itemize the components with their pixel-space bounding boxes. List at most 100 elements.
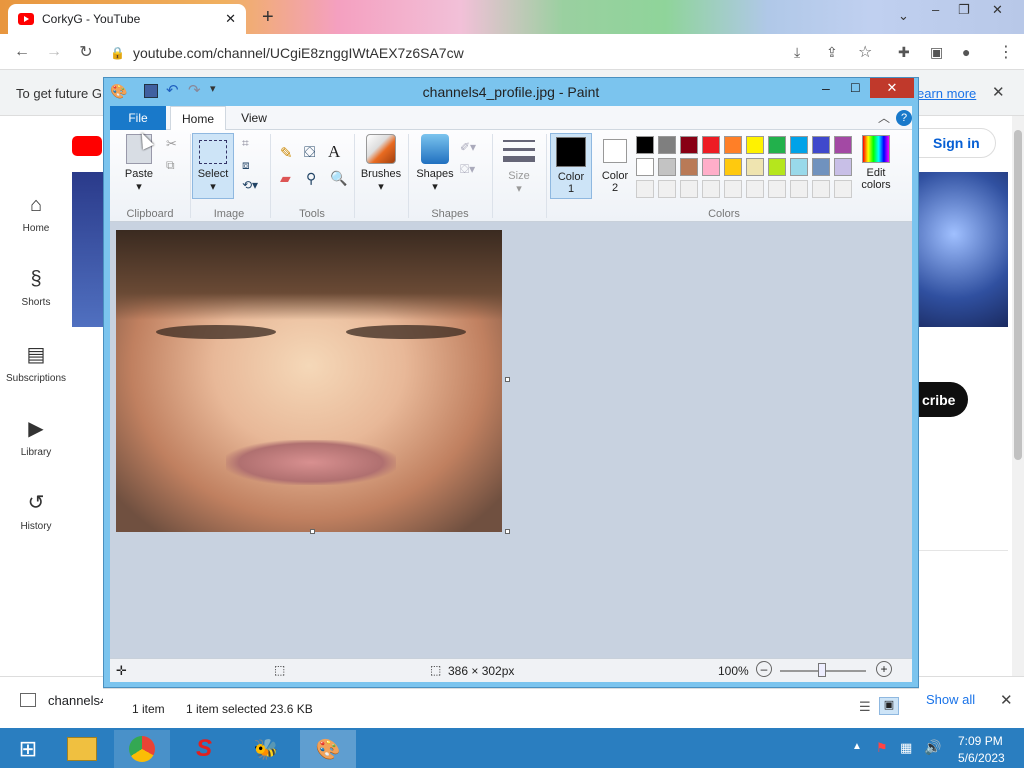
home-tab[interactable]: Home — [170, 106, 226, 130]
palette-swatch[interactable] — [812, 158, 830, 176]
outline-icon[interactable]: ✐▾ — [460, 140, 476, 154]
rotate-icon[interactable]: ⟲▾ — [242, 178, 258, 192]
paint-close-button[interactable]: ✕ — [870, 78, 914, 98]
share-icon[interactable]: ⇪ — [826, 44, 838, 61]
color1-button[interactable]: Color 1 — [550, 133, 592, 199]
brushes-button[interactable]: Brushes ▾ — [358, 134, 404, 193]
minimize-ribbon-icon[interactable]: ︿ — [878, 109, 890, 126]
action-center-icon[interactable]: ⚑ — [876, 740, 888, 756]
zoom-slider-thumb[interactable] — [818, 663, 826, 677]
palette-swatch[interactable] — [636, 180, 654, 198]
palette-swatch[interactable] — [790, 158, 808, 176]
palette-swatch[interactable] — [834, 180, 852, 198]
color-picker-icon[interactable]: ⚲ — [306, 170, 316, 187]
resize-handle-right[interactable] — [505, 377, 510, 382]
large-icons-view-icon[interactable]: ▣ — [879, 697, 899, 715]
paint-maximize-icon[interactable]: ☐ — [850, 81, 861, 95]
palette-swatch[interactable] — [746, 180, 764, 198]
nav-subscriptions[interactable]: ▤ Subscriptions — [0, 342, 72, 384]
copy-icon[interactable]: ⧉ — [166, 158, 175, 173]
page-scroll-thumb[interactable] — [1014, 130, 1022, 460]
magnifier-icon[interactable]: 🔍 — [330, 170, 347, 187]
back-icon[interactable]: ← — [6, 43, 38, 61]
tray-expand-icon[interactable]: ▲ — [852, 741, 862, 752]
palette-swatch[interactable] — [812, 180, 830, 198]
youtube-logo-icon[interactable] — [72, 136, 102, 156]
palette-swatch[interactable] — [746, 158, 764, 176]
extensions-icon[interactable]: ✚ — [898, 44, 910, 61]
bookmark-star-icon[interactable]: ☆ — [858, 42, 872, 62]
fill-shape-icon[interactable]: ⛋▾ — [460, 162, 475, 177]
chrome-icon[interactable] — [114, 730, 170, 768]
text-icon[interactable]: A — [328, 142, 340, 162]
palette-swatch[interactable] — [658, 136, 676, 154]
palette-swatch[interactable] — [680, 158, 698, 176]
palette-swatch[interactable] — [790, 180, 808, 198]
zoom-out-icon[interactable]: – — [756, 661, 772, 677]
restore-icon[interactable]: ❐ — [958, 2, 970, 18]
paint-taskbar-icon[interactable]: 🎨 — [300, 730, 356, 768]
subscribe-button[interactable]: cribe — [918, 382, 968, 417]
nav-history[interactable]: ↺ History — [0, 490, 72, 532]
palette-swatch[interactable] — [658, 158, 676, 176]
palette-swatch[interactable] — [702, 158, 720, 176]
palette-swatch[interactable] — [790, 136, 808, 154]
paint-minimize-icon[interactable]: – — [822, 80, 830, 96]
close-window-icon[interactable]: ✕ — [992, 2, 1003, 18]
infobar-close-icon[interactable]: ✕ — [992, 83, 1005, 101]
resize-handle-bottom[interactable] — [310, 529, 315, 534]
size-button[interactable]: Size ▾ — [496, 136, 542, 195]
side-panel-icon[interactable]: ▣ — [930, 44, 943, 61]
minimize-icon[interactable]: – — [932, 2, 939, 17]
palette-swatch[interactable] — [724, 180, 742, 198]
pencil-icon[interactable]: ✎ — [280, 144, 293, 162]
address-bar[interactable]: 🔒 youtube.com/channel/UCgiE8znggIWtAEX7z… — [110, 40, 890, 66]
palette-swatch[interactable] — [768, 136, 786, 154]
close-tab-icon[interactable]: ✕ — [225, 11, 236, 27]
clock-date[interactable]: 5/6/2023 — [958, 751, 1005, 765]
download-bar-close-icon[interactable]: ✕ — [1000, 691, 1013, 709]
edit-colors-button[interactable]: Edit colors — [854, 133, 898, 191]
file-explorer-icon[interactable] — [54, 730, 110, 768]
palette-swatch[interactable] — [812, 136, 830, 154]
palette-swatch[interactable] — [680, 136, 698, 154]
palette-swatch[interactable] — [658, 180, 676, 198]
crop-icon[interactable]: ⌗ — [242, 136, 249, 151]
palette-swatch[interactable] — [768, 158, 786, 176]
resize-icon[interactable]: ⧈ — [242, 158, 250, 173]
network-icon[interactable]: ▦ — [900, 740, 912, 756]
new-tab-button[interactable]: + — [262, 6, 274, 29]
eraser-icon[interactable]: ▰ — [280, 170, 291, 187]
volume-icon[interactable]: 🔊 — [924, 739, 941, 756]
clock-time[interactable]: 7:09 PM — [958, 734, 1003, 748]
color2-button[interactable]: Color 2 — [594, 133, 636, 199]
palette-swatch[interactable] — [724, 136, 742, 154]
shapes-button[interactable]: Shapes ▾ — [412, 134, 458, 193]
profile-icon[interactable]: ● — [962, 44, 970, 60]
view-tab[interactable]: View — [230, 106, 278, 130]
palette-swatch[interactable] — [680, 180, 698, 198]
app-s-icon[interactable]: S — [176, 730, 232, 768]
install-icon[interactable]: ⤓ — [794, 44, 800, 61]
cut-icon[interactable]: ✂ — [166, 136, 177, 152]
start-windows-icon[interactable]: ⊞ — [0, 730, 56, 768]
palette-swatch[interactable] — [636, 158, 654, 176]
palette-swatch[interactable] — [724, 158, 742, 176]
details-view-icon[interactable]: ☰ — [859, 699, 871, 715]
show-all-button[interactable]: Show all — [926, 692, 975, 707]
resize-handle-corner[interactable] — [505, 529, 510, 534]
nav-library[interactable]: ▶ Library — [0, 416, 72, 458]
select-button[interactable]: Select ▾ — [192, 133, 234, 199]
palette-swatch[interactable] — [702, 136, 720, 154]
help-icon[interactable]: ? — [896, 110, 912, 126]
browser-tab[interactable]: CorkyG - YouTube ✕ — [8, 4, 246, 34]
bee-app-icon[interactable]: 🐝 — [238, 730, 294, 768]
tab-search-icon[interactable]: ⌄ — [898, 8, 909, 24]
palette-swatch[interactable] — [702, 180, 720, 198]
menu-icon[interactable]: ⋮ — [998, 42, 1014, 62]
nav-home[interactable]: ⌂ Home — [0, 194, 72, 234]
reload-icon[interactable]: ↻ — [70, 42, 102, 62]
palette-swatch[interactable] — [834, 158, 852, 176]
nav-shorts[interactable]: § Shorts — [0, 268, 72, 308]
palette-swatch[interactable] — [834, 136, 852, 154]
